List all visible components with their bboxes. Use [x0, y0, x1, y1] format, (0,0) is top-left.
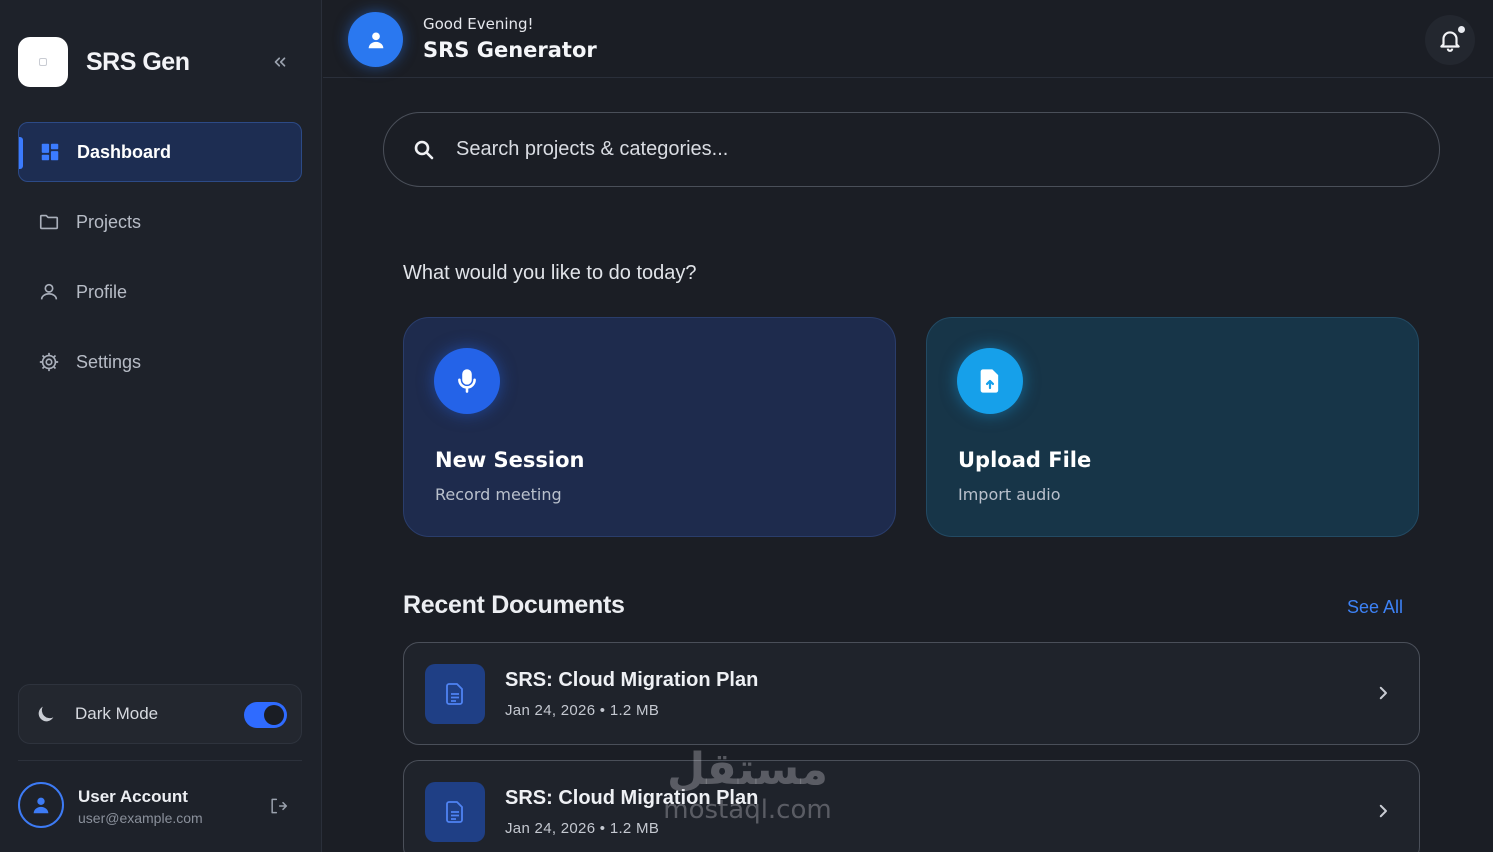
- dark-mode-label: Dark Mode: [75, 704, 159, 723]
- document-icon: [425, 782, 485, 842]
- recent-documents-heading: Recent Documents: [403, 591, 625, 619]
- moon-icon: [35, 703, 57, 725]
- page-title: SRS Generator: [423, 38, 597, 62]
- upload-file-card[interactable]: Upload File Import audio: [926, 317, 1419, 537]
- sidebar-item-label: Dashboard: [77, 141, 172, 162]
- sidebar-nav: Dashboard Projects Profile Settings: [18, 122, 302, 402]
- document-title: SRS: Cloud Migration Plan: [505, 787, 759, 809]
- file-upload-icon: [957, 348, 1023, 414]
- list-item[interactable]: SRS: Cloud Migration Plan Jan 24, 2026 •…: [403, 760, 1420, 852]
- document-meta: Jan 24, 2026 • 1.2 MB: [505, 702, 660, 719]
- search-bar[interactable]: [383, 112, 1440, 187]
- sidebar-item-projects[interactable]: Projects: [18, 192, 302, 252]
- document-icon: [425, 664, 485, 724]
- search-input[interactable]: [456, 138, 1356, 161]
- new-session-card[interactable]: New Session Record meeting: [403, 317, 896, 537]
- brand-name: SRS Gen: [86, 47, 190, 76]
- card-title: New Session: [435, 448, 585, 472]
- microphone-icon: [434, 348, 500, 414]
- chevron-right-icon: [1371, 681, 1395, 705]
- folder-icon: [38, 211, 60, 233]
- divider: [18, 760, 302, 761]
- brand-logo: [18, 37, 68, 87]
- chevron-right-icon: [1371, 799, 1395, 823]
- notifications-button[interactable]: [1425, 15, 1475, 65]
- user-email: user@example.com: [78, 810, 203, 826]
- sidebar-item-dashboard[interactable]: Dashboard: [18, 122, 302, 182]
- collapse-sidebar-icon[interactable]: [268, 50, 292, 74]
- logout-icon[interactable]: [266, 794, 290, 818]
- sidebar-item-profile[interactable]: Profile: [18, 262, 302, 322]
- dark-mode-row: Dark Mode: [18, 684, 302, 744]
- user-account: User Account user@example.com: [18, 782, 302, 830]
- top-header: Good Evening! SRS Generator: [323, 0, 1493, 78]
- dashboard-icon: [39, 141, 61, 163]
- notification-dot: [1458, 26, 1465, 33]
- card-subtitle: Import audio: [958, 485, 1061, 504]
- sidebar-item-label: Profile: [76, 281, 128, 302]
- sidebar-item-label: Projects: [76, 211, 142, 232]
- document-meta: Jan 24, 2026 • 1.2 MB: [505, 820, 660, 837]
- greeting: Good Evening!: [423, 15, 534, 33]
- card-subtitle: Record meeting: [435, 485, 562, 504]
- see-all-link[interactable]: See All: [1347, 597, 1403, 618]
- search-icon: [412, 138, 436, 162]
- action-prompt: What would you like to do today?: [403, 262, 697, 284]
- sidebar-item-label: Settings: [76, 351, 142, 372]
- user-name: User Account: [78, 787, 188, 806]
- gear-icon: [38, 351, 60, 373]
- list-item[interactable]: SRS: Cloud Migration Plan Jan 24, 2026 •…: [403, 642, 1420, 745]
- sidebar-item-settings[interactable]: Settings: [18, 332, 302, 392]
- avatar[interactable]: [18, 782, 64, 828]
- sidebar: SRS Gen Dashboard Projects Profile Setti…: [0, 0, 322, 852]
- card-title: Upload File: [958, 448, 1092, 472]
- brand: SRS Gen: [18, 37, 190, 87]
- dark-mode-toggle[interactable]: [244, 702, 287, 728]
- user-icon: [38, 281, 60, 303]
- header-avatar[interactable]: [348, 12, 403, 67]
- document-title: SRS: Cloud Migration Plan: [505, 669, 759, 691]
